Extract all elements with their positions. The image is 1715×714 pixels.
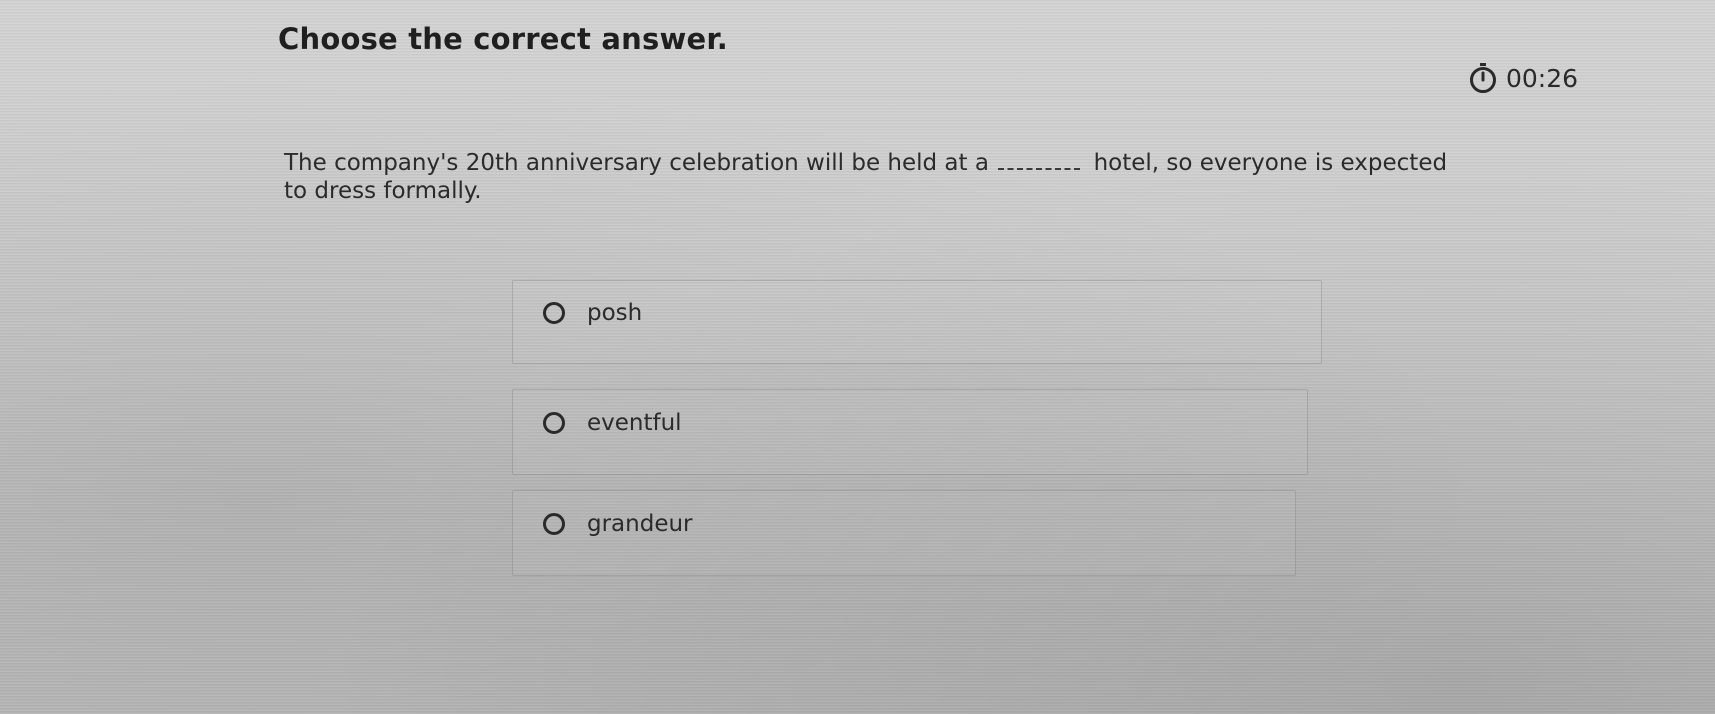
answer-blank [998, 150, 1081, 170]
answer-option-label: eventful [587, 410, 682, 436]
answer-option-grandeur[interactable]: grandeur [512, 490, 1296, 576]
radio-button-icon[interactable] [543, 302, 565, 324]
stopwatch-icon [1470, 63, 1496, 93]
countdown-timer: 00:26 [1468, 62, 1578, 94]
answer-option-label: grandeur [587, 511, 693, 537]
radio-button-icon[interactable] [543, 412, 565, 434]
timer-value: 00:26 [1506, 63, 1579, 93]
answer-option-eventful[interactable]: eventful [512, 389, 1308, 475]
instruction-heading: Choose the correct answer. [278, 22, 728, 56]
radio-button-icon[interactable] [543, 513, 565, 535]
question-before-blank: The company's 20th anniversary celebrati… [284, 150, 989, 176]
answer-option-label: posh [587, 300, 643, 326]
question-text: The company's 20th anniversary celebrati… [284, 150, 1464, 205]
answer-option-posh[interactable]: posh [512, 280, 1322, 364]
